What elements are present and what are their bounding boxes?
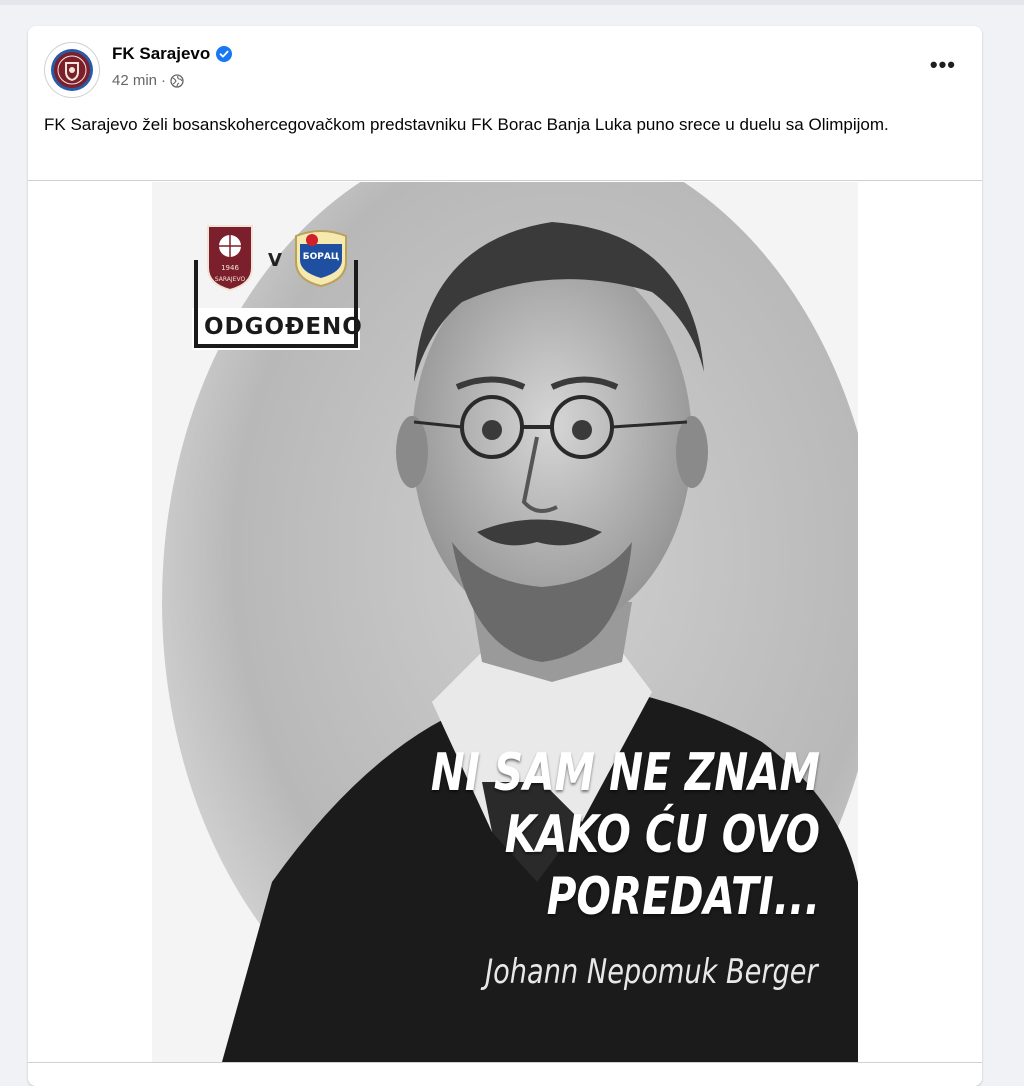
top-bar xyxy=(0,0,1024,5)
svg-text:БОРАЦ: БОРАЦ xyxy=(303,252,339,262)
fk-borac-crest-icon: БОРАЦ xyxy=(295,230,347,288)
media-bottom-divider xyxy=(28,1062,982,1063)
post-image[interactable]: 1946 SARAJEVO V БОРАЦ ODGOĐENO NI SAM NE… xyxy=(152,182,858,1062)
meta-separator: · xyxy=(161,72,167,89)
fk-sarajevo-logo-icon xyxy=(51,49,93,91)
fk-sarajevo-crest-icon: 1946 SARAJEVO xyxy=(207,225,253,292)
versus-label: V xyxy=(268,250,282,271)
post-card: FK Sarajevo 42 min · ••• FK Sarajevo žel… xyxy=(28,26,982,1086)
page-name-link[interactable]: FK Sarajevo xyxy=(112,44,210,64)
more-options-icon[interactable]: ••• xyxy=(930,52,956,78)
postponed-label: ODGOĐENO xyxy=(204,314,363,340)
match-postponed-badge: 1946 SARAJEVO V БОРАЦ ODGOĐENO xyxy=(192,220,363,350)
page-avatar[interactable] xyxy=(44,42,100,98)
quote-line-1: NI SAM NE ZNAM xyxy=(430,743,820,803)
globe-icon[interactable] xyxy=(170,73,184,88)
verified-badge-icon xyxy=(216,46,233,62)
post-timestamp[interactable]: 42 min xyxy=(112,72,157,89)
svg-text:1946: 1946 xyxy=(221,264,239,272)
media-top-divider xyxy=(28,180,982,181)
svg-text:SARAJEVO: SARAJEVO xyxy=(215,276,246,283)
quote-line-3: POREDATI... xyxy=(546,867,820,927)
quote-author: Johann Nepomuk Berger xyxy=(485,952,818,992)
quote-line-2: KAKO ĆU OVO xyxy=(504,805,820,865)
post-text: FK Sarajevo želi bosanskohercegovačkom p… xyxy=(44,115,889,134)
